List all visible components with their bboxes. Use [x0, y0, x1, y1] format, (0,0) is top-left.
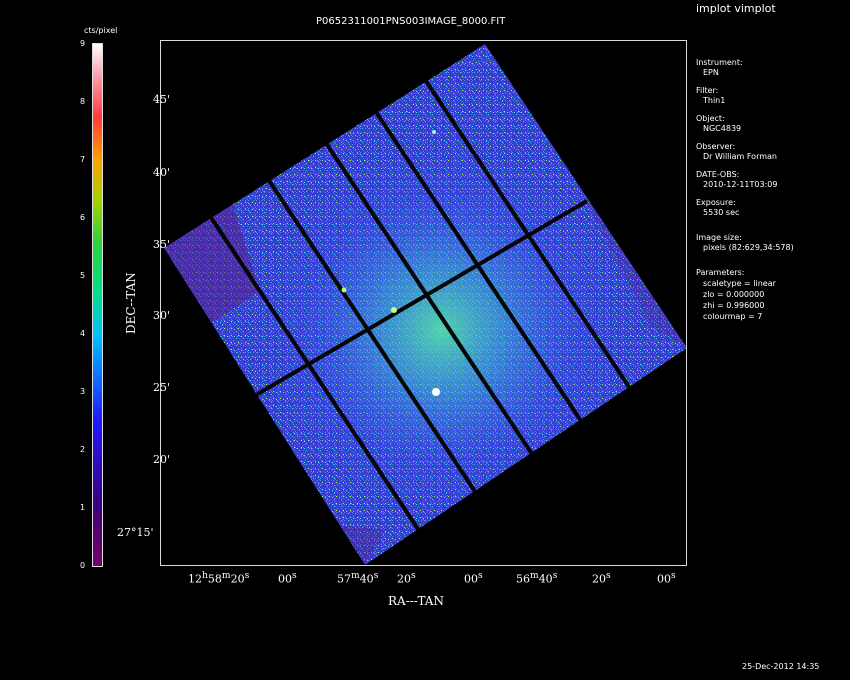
- x-tick-0: 12h58m20s: [188, 570, 250, 586]
- colorbar-tick-6: 6: [80, 213, 86, 222]
- y-axis-label: DEC--TAN: [124, 272, 138, 334]
- exposure-value: 5530 sec: [703, 208, 740, 217]
- y-tick-45: 45': [153, 93, 171, 106]
- parameter-line-3: zhi = 0.996000: [703, 301, 765, 310]
- colorbar-tick-0: 0: [80, 561, 86, 570]
- y-tick-2715: 27°15': [117, 526, 154, 539]
- filter-value: Thin1: [703, 96, 726, 105]
- exposure-label: Exposure:: [696, 198, 736, 207]
- date-value: 2010-12-11T03:09: [703, 180, 778, 189]
- colorbar-tick-7: 7: [80, 155, 86, 164]
- y-tick-20: 20': [153, 453, 171, 466]
- x-tick-6: 20s: [592, 570, 611, 586]
- x-axis-label: RA---TAN: [388, 594, 444, 608]
- observer-label: Observer:: [696, 142, 736, 151]
- image-title: P0652311001PNS003IMAGE_8000.FIT: [316, 16, 506, 27]
- parameter-line-1: scaletype = linear: [703, 279, 776, 288]
- y-tick-35: 35': [153, 238, 171, 251]
- colorbar-tick-9: 9: [80, 39, 86, 48]
- colorbar-tick-8: 8: [80, 97, 86, 106]
- app-menu-title[interactable]: implot vimplot: [696, 3, 776, 14]
- colorbar-tick-1: 1: [80, 503, 86, 512]
- parameters-label: Parameters:: [696, 268, 745, 277]
- colorbar: [92, 43, 103, 567]
- observer-value: Dr William Forman: [703, 152, 777, 161]
- date-label: DATE-OBS:: [696, 170, 740, 179]
- parameter-line-4: colourmap = 7: [703, 312, 763, 321]
- x-tick-7: 00s: [657, 570, 676, 586]
- info-panel: Instrument: EPN Filter: Thin1 Object: NG…: [696, 59, 794, 321]
- plot-frame: [160, 40, 687, 566]
- colorbar-tick-2: 2: [80, 445, 86, 454]
- colorbar-tick-3: 3: [80, 387, 86, 396]
- image-size-label: Image size:: [696, 233, 742, 242]
- timestamp: 25-Dec-2012 14:35: [742, 662, 820, 671]
- object-value: NGC4839: [703, 124, 742, 133]
- y-tick-40: 40': [153, 166, 171, 179]
- image-size-value: pixels (82:629,34:578): [703, 243, 794, 252]
- colorbar-tick-4: 4: [80, 329, 86, 338]
- y-tick-25: 25': [153, 381, 171, 394]
- colorbar-ticks: 0 1 2 3 4 5 6 7 8 9: [80, 39, 92, 570]
- x-tick-5: 56m40s: [516, 570, 558, 586]
- colorbar-label: cts/pixel: [84, 26, 118, 35]
- x-tick-4: 00s: [464, 570, 483, 586]
- x-tick-2: 57m40s: [337, 570, 379, 586]
- object-label: Object:: [696, 114, 725, 123]
- parameter-line-2: zlo = 0.000000: [703, 290, 765, 299]
- instrument-label: Instrument:: [696, 58, 743, 67]
- filter-label: Filter:: [696, 86, 719, 95]
- colorbar-tick-5: 5: [80, 271, 86, 280]
- x-tick-3: 20s: [397, 570, 416, 586]
- x-tick-1: 00s: [278, 570, 297, 586]
- y-tick-30: 30': [153, 309, 171, 322]
- instrument-value: EPN: [703, 68, 719, 77]
